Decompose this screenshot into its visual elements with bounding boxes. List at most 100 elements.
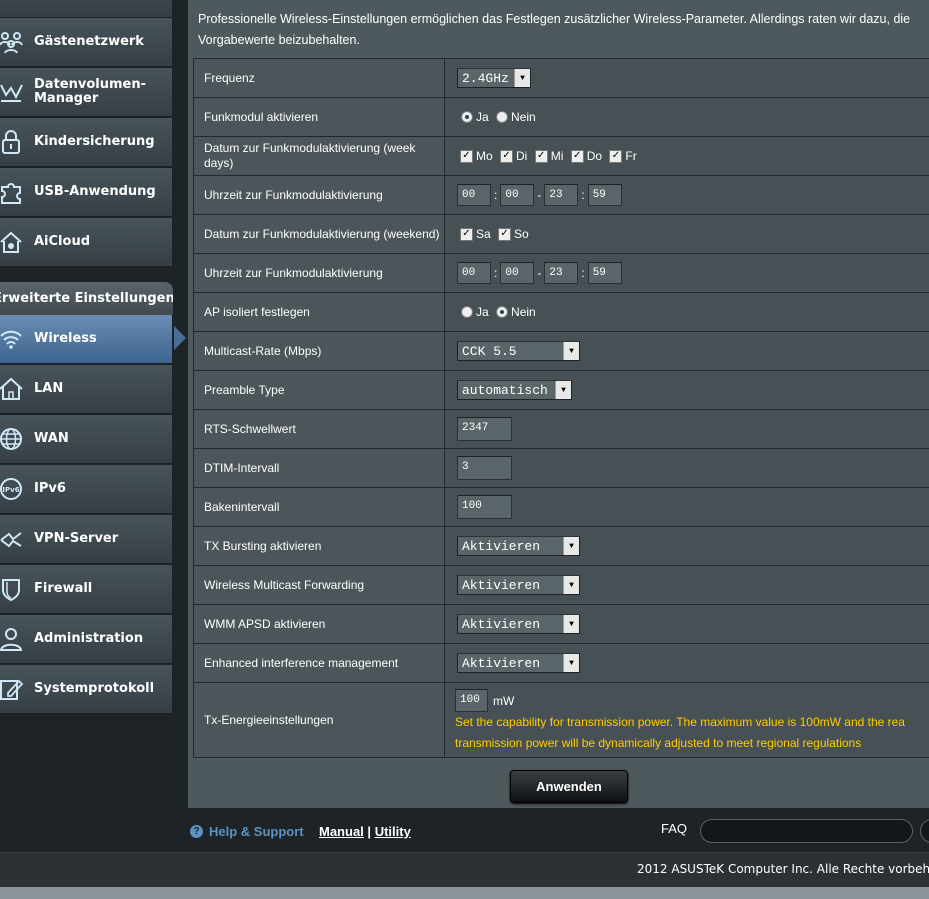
row-label: AP isoliert festlegen [193,292,445,332]
rts-input[interactable]: 2347 [457,417,512,441]
faq-label: FAQ [661,821,688,836]
row-label: Enhanced interference management [193,643,445,683]
beacon-input[interactable]: 100 [457,495,512,519]
sidebar-item-label: Datenvolumen-Manager [34,77,146,106]
wmm-apsd-select[interactable]: Aktivieren ▼ [457,614,580,634]
radio-ja[interactable] [461,111,473,124]
sidebar-item-aicloud[interactable]: AiCloud [0,218,173,267]
interference-select[interactable]: Aktivieren ▼ [457,653,580,673]
row-tx-power: Tx-Energieeinstellungen 100 mW Set the ca… [193,682,929,758]
select-value: Aktivieren [462,655,541,671]
sidebar-item-firewall[interactable]: Firewall [0,565,173,614]
sidebar-item-usb[interactable]: USB-Anwendung [0,168,173,217]
active-pointer [174,326,186,350]
user-icon [0,626,24,652]
row-label: Datum zur Funkmodulaktivierung (week day… [193,136,445,176]
row-rts: RTS-Schwellwert 2347 [193,409,929,449]
sidebar-item-lan[interactable]: LAN [0,365,173,414]
checkbox-mi[interactable]: ✓ [534,149,548,163]
guest-network-icon [0,29,24,55]
utility-link[interactable]: Utility [375,824,411,839]
sidebar-item-ipv6[interactable]: IPv6 IPv6 [0,465,173,514]
sidebar-item-datenvolumen[interactable]: Datenvolumen-Manager [0,68,173,117]
section-title-text: Erweiterte Einstellungen [0,291,173,306]
help-label: Help & Support [209,824,304,839]
minute-end-input[interactable]: 59 [587,184,622,206]
puzzle-icon [0,179,24,205]
row-label: Bakenintervall [193,487,445,527]
section-title-advanced: Erweiterte Einstellungen [0,282,173,315]
row-datum-week: Datum zur Funkmodulaktivierung (week day… [193,136,929,176]
row-label: Funkmodul aktivieren [193,97,445,137]
minute-end-input[interactable]: 59 [587,262,622,284]
tx-power-note: transmission power will be dynamically a… [455,736,862,750]
radio-nein[interactable] [496,111,509,124]
sidebar-item-partial[interactable] [0,0,173,18]
row-dtim: DTIM-Intervall 3 [193,448,929,488]
faq-search-button[interactable] [920,819,929,843]
row-preamble: Preamble Type automatisch ▼ [193,370,929,410]
checkbox-label: Mi [550,149,564,164]
question-icon: ? [190,825,203,838]
radio-label: Nein [511,110,536,125]
checkbox-so[interactable]: ✓ [498,227,512,241]
sidebar-item-kindersicherung[interactable]: Kindersicherung [0,118,173,167]
sidebar-item-wan[interactable]: WAN [0,415,173,464]
chevron-down-icon: ▼ [563,537,579,555]
checkbox-fr[interactable]: ✓ [609,149,623,163]
checkbox-do[interactable]: ✓ [570,149,584,163]
help-support-link[interactable]: ? Help & Support [190,824,304,839]
apply-button[interactable]: Anwenden [510,770,628,803]
svg-text:IPv6: IPv6 [2,486,19,494]
faq-search-input[interactable] [700,819,913,843]
tx-power-input[interactable]: 100 [455,689,488,712]
row-tx-bursting: TX Bursting aktivieren Aktivieren ▼ [193,526,929,566]
partial-icon [0,0,24,6]
row-label: Wireless Multicast Forwarding [193,565,445,605]
minute-start-input[interactable]: 00 [500,184,535,206]
radio-ja[interactable] [461,306,473,319]
checkbox-sa[interactable]: ✓ [460,227,473,241]
wireless-multicast-select[interactable]: Aktivieren ▼ [457,575,580,595]
cloud-home-icon [0,229,24,255]
sidebar-item-wireless[interactable]: Wireless [0,315,173,364]
sidebar-item-gaestenetzwerk[interactable]: Gästenetzwerk [0,18,173,67]
manual-link[interactable]: Manual [319,824,364,839]
row-funkmodul: Funkmodul aktivieren Ja Nein [193,97,929,137]
vpn-icon [0,526,24,552]
hour-start-input[interactable]: 00 [457,184,491,206]
chevron-down-icon: ▼ [514,69,530,87]
row-ap-isoliert: AP isoliert festlegen Ja Nein [193,292,929,332]
checkbox-label: So [514,227,529,242]
sidebar-item-vpn[interactable]: VPN-Server [0,515,173,564]
sidebar-item-label: USB-Anwendung [34,184,156,199]
checkbox-label: Sa [476,227,491,242]
preamble-select[interactable]: automatisch ▼ [457,380,572,400]
row-label: Frequenz [193,58,445,98]
tx-bursting-select[interactable]: Aktivieren ▼ [457,536,580,556]
sidebar-item-administration[interactable]: Administration [0,615,173,664]
sidebar-item-label: Gästenetzwerk [34,34,144,49]
sidebar-item-label: AiCloud [34,234,91,249]
row-interference: Enhanced interference management Aktivie… [193,643,929,683]
row-label: Datum zur Funkmodulaktivierung (weekend) [193,214,445,254]
chevron-down-icon: ▼ [555,381,571,399]
row-multicast-rate: Multicast-Rate (Mbps) CCK 5.5 ▼ [193,331,929,371]
sidebar-item-systemprotokoll[interactable]: Systemprotokoll [0,665,173,714]
multicast-rate-select[interactable]: CCK 5.5 ▼ [457,341,580,361]
hour-start-input[interactable]: 00 [457,262,491,284]
checkbox-label: Fr [625,149,637,164]
dtim-input[interactable]: 3 [457,456,512,480]
hour-end-input[interactable]: 23 [544,262,579,284]
radio-nein[interactable] [496,306,509,319]
row-label: Tx-Energieeinstellungen [193,682,445,758]
sidebar-item-label: Systemprotokoll [34,681,155,696]
checkbox-di[interactable]: ✓ [500,149,514,163]
copyright-text: 2012 ASUSTeK Computer Inc. Alle Rechte v… [637,862,929,876]
link-divider: | [367,824,372,839]
frequency-select[interactable]: 2.4GHz ▼ [457,68,531,88]
chevron-down-icon: ▼ [563,576,579,594]
hour-end-input[interactable]: 23 [544,184,579,206]
checkbox-mo[interactable]: ✓ [460,149,473,163]
minute-start-input[interactable]: 00 [500,262,535,284]
